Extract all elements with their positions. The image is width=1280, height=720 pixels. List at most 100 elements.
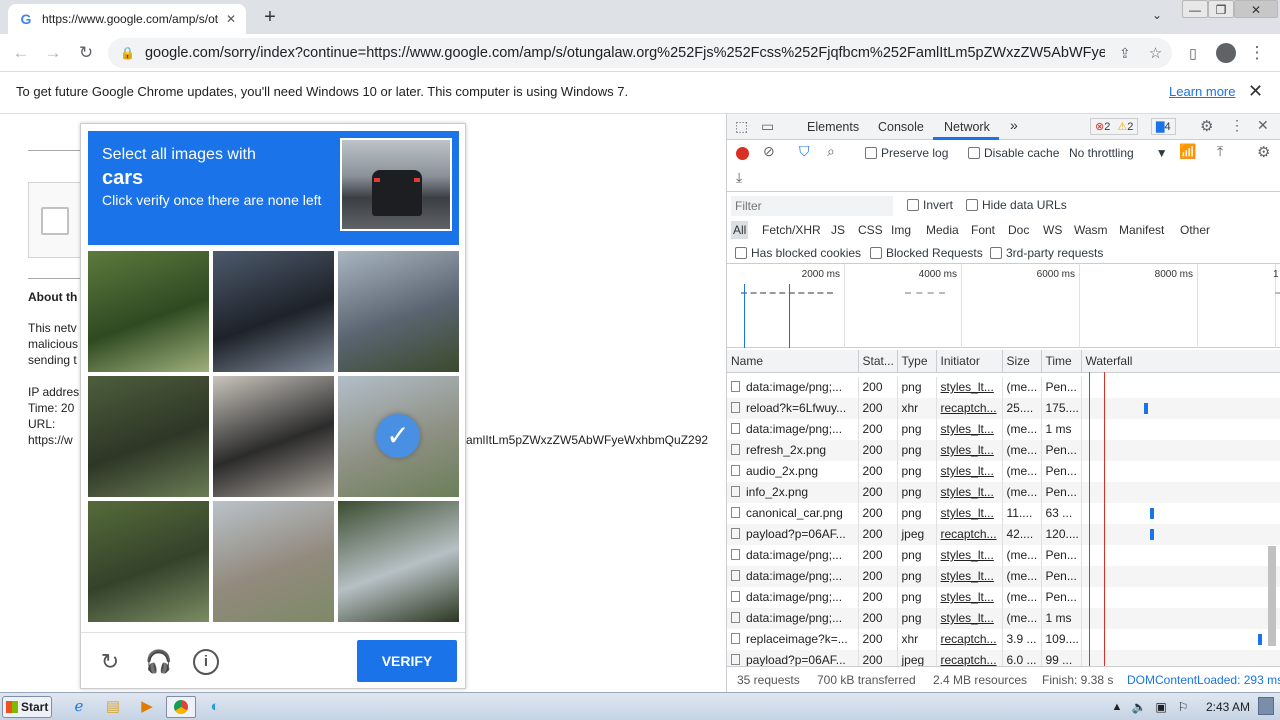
start-button[interactable]: Start [2, 696, 52, 718]
action-center-icon[interactable]: ⚐ [1170, 696, 1196, 718]
browser-tab[interactable]: G https://www.google.com/amp/s/otu ✕ [8, 4, 246, 34]
edge-icon[interactable]: ◐ [202, 696, 228, 718]
tab-console[interactable]: Console [878, 120, 924, 134]
request-row[interactable]: data:image/png;... 200 png styles_lt... (me.… [727, 607, 1280, 629]
filter-type-button[interactable]: CSS [856, 221, 885, 239]
explorer-icon[interactable]: ▤ [100, 696, 126, 718]
filter-type-button[interactable]: WS [1041, 221, 1064, 239]
show-desktop-button[interactable] [1258, 697, 1274, 715]
request-row[interactable]: data:image/png;... 200 png styles_lt... (me.… [727, 544, 1280, 566]
tab-elements[interactable]: Elements [807, 120, 859, 134]
filter-type-button[interactable]: Other [1178, 221, 1212, 239]
request-initiator[interactable]: recaptch... [936, 397, 1003, 419]
info-icon[interactable]: i [193, 649, 219, 675]
recaptcha-checkbox[interactable] [41, 207, 69, 235]
scrollbar-thumb[interactable] [1268, 546, 1276, 646]
request-initiator[interactable]: styles_lt... [936, 418, 1003, 440]
request-row[interactable]: refresh_2x.png 200 png styles_lt... (me... Pe… [727, 439, 1280, 461]
filter-type-button[interactable]: All [731, 221, 749, 239]
new-tab-button[interactable]: + [258, 6, 282, 30]
captcha-tile[interactable] [88, 501, 209, 622]
forward-icon[interactable]: → [42, 42, 64, 64]
more-tabs-icon[interactable]: » [1010, 117, 1018, 133]
request-row[interactable]: payload?p=06AF... 200 jpeg recaptch... 6.0 .… [727, 649, 1280, 666]
menu-icon[interactable]: ⋮ [1246, 42, 1268, 64]
bookmark-star-icon[interactable]: ☆ [1149, 44, 1162, 62]
request-initiator[interactable]: recaptch... [936, 523, 1003, 545]
request-initiator[interactable]: styles_lt... [936, 586, 1003, 608]
request-row[interactable]: audio_2x.png 200 png styles_lt... (me... Pen.… [727, 460, 1280, 482]
profile-avatar[interactable] [1216, 43, 1236, 63]
request-initiator[interactable]: recaptch... [936, 649, 1003, 666]
captcha-tile[interactable] [213, 376, 334, 497]
devtools-menu-icon[interactable]: ⋮ [1230, 117, 1244, 134]
captcha-tile[interactable] [338, 501, 459, 622]
request-row[interactable]: info_2x.png 200 png styles_lt... (me... Pen..… [727, 481, 1280, 503]
request-initiator[interactable]: styles_lt... [936, 607, 1003, 629]
column-header[interactable]: Name [727, 350, 859, 373]
request-row[interactable]: payload?p=06AF... 200 jpeg recaptch... 42...… [727, 523, 1280, 545]
request-initiator[interactable]: styles_lt... [936, 460, 1003, 482]
column-header[interactable]: Initiator [936, 350, 1003, 373]
column-header[interactable]: Time [1041, 350, 1082, 373]
address-bar[interactable]: 🔒 google.com/sorry/index?continue=https:… [108, 38, 1172, 68]
third-party-checkbox[interactable]: 3rd-party requests [990, 246, 1103, 260]
infobar-close-icon[interactable]: ✕ [1248, 81, 1263, 102]
filter-input[interactable] [731, 196, 893, 216]
address-bar-url[interactable]: google.com/sorry/index?continue=https://… [145, 45, 1105, 61]
verify-button[interactable]: VERIFY [357, 640, 457, 682]
request-initiator[interactable]: recaptch... [936, 628, 1003, 650]
captcha-tile[interactable] [213, 501, 334, 622]
search-icon[interactable]: ⌕ [827, 143, 835, 160]
captcha-tile[interactable] [88, 251, 209, 372]
tab-network[interactable]: Network [944, 120, 990, 134]
has-blocked-cookies-checkbox[interactable]: Has blocked cookies [735, 246, 861, 260]
filter-type-button[interactable]: Manifest [1117, 221, 1166, 239]
request-initiator[interactable]: styles_lt... [936, 481, 1003, 503]
minimize-button[interactable]: — [1182, 0, 1208, 18]
device-toolbar-icon[interactable]: ▭ [761, 118, 774, 135]
lock-icon[interactable]: 🔒 [120, 46, 135, 60]
ie-icon[interactable]: ℯ [66, 696, 92, 718]
request-row[interactable]: data:image/png;... 200 png styles_lt... (me.… [727, 418, 1280, 440]
captcha-tile[interactable]: ✓ [338, 376, 459, 497]
chrome-icon[interactable] [166, 696, 196, 718]
column-header[interactable]: Type [897, 350, 937, 373]
captcha-tile[interactable] [88, 376, 209, 497]
back-icon[interactable]: ← [10, 42, 32, 64]
filter-type-button[interactable]: Doc [1006, 221, 1031, 239]
throttling-select[interactable]: No throttling ▼ [1069, 146, 1168, 160]
side-panel-icon[interactable]: ▯ [1182, 42, 1204, 64]
filter-type-button[interactable]: Img [889, 221, 913, 239]
request-row[interactable]: canonical_car.png 200 png styles_lt... 11...… [727, 502, 1280, 524]
filter-icon[interactable]: ⛉ [799, 143, 810, 160]
maximize-button[interactable]: ❐ [1208, 0, 1234, 18]
column-header[interactable]: Waterfall [1081, 350, 1280, 373]
network-conditions-icon[interactable]: 📶 [1179, 143, 1196, 160]
request-row[interactable]: replaceimage?k=... 200 xhr recaptch... 3.9 .… [727, 628, 1280, 650]
invert-checkbox[interactable]: Invert [907, 198, 953, 212]
tab-search-icon[interactable]: ⌄ [1152, 8, 1162, 22]
request-row[interactable]: data:image/png;... 200 png styles_lt... (me.… [727, 376, 1280, 398]
captcha-tile[interactable] [213, 251, 334, 372]
message-counter[interactable]: ▇4 [1151, 118, 1176, 135]
share-icon[interactable]: ⇪ [1119, 45, 1131, 62]
request-initiator[interactable]: styles_lt... [936, 565, 1003, 587]
request-initiator[interactable]: styles_lt... [936, 502, 1003, 524]
filter-type-button[interactable]: Fetch/XHR [760, 221, 823, 239]
hide-data-urls-checkbox[interactable]: Hide data URLs [966, 198, 1067, 212]
learn-more-link[interactable]: Learn more [1169, 84, 1235, 99]
reload-challenge-icon[interactable]: ↻ [97, 649, 123, 675]
clear-icon[interactable]: ⊘ [763, 143, 775, 160]
settings-gear-icon[interactable]: ⚙ [1200, 117, 1213, 135]
disable-cache-checkbox[interactable]: Disable cache [968, 146, 1059, 160]
request-row[interactable]: reload?k=6Lfwuy... 200 xhr recaptch... 25...… [727, 397, 1280, 419]
filter-type-button[interactable]: Wasm [1072, 221, 1110, 239]
filter-type-button[interactable]: Font [969, 221, 997, 239]
devtools-close-icon[interactable]: ✕ [1257, 117, 1269, 134]
reload-icon[interactable]: ↻ [75, 42, 97, 64]
import-har-icon[interactable]: ⤒ [1217, 143, 1223, 160]
preserve-log-checkbox[interactable]: Preserve log [865, 146, 948, 160]
request-initiator[interactable]: styles_lt... [936, 439, 1003, 461]
export-har-icon[interactable]: ⤓ [736, 169, 742, 186]
